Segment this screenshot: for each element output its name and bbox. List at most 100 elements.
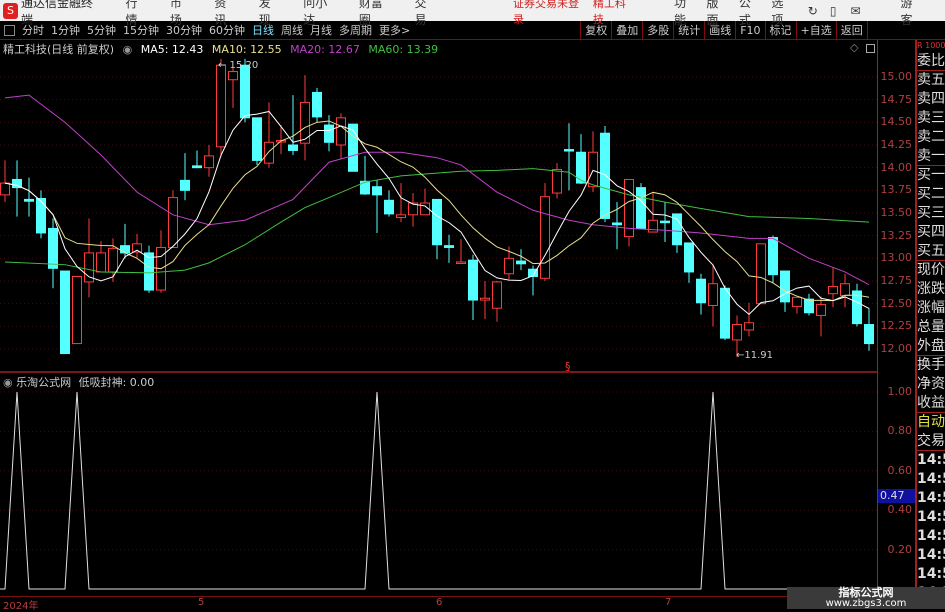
candle-body <box>252 117 262 161</box>
candle-body <box>192 165 202 169</box>
candle-body <box>108 247 118 273</box>
price-tick-label: 14.00 <box>880 160 913 174</box>
candle-body <box>444 245 454 248</box>
price-tick-label: 13.25 <box>880 228 913 242</box>
kline-chart[interactable]: § ← 15.20 ←11.91 <box>0 0 877 596</box>
indicator-tick-label: 0.20 <box>887 542 913 556</box>
quote-panel-row: 现价 <box>917 262 945 278</box>
quote-panel-row: 涨跌 <box>917 281 945 297</box>
candle-body <box>504 257 514 275</box>
candle-body <box>336 117 346 146</box>
candle-body <box>708 283 718 306</box>
candle-body <box>804 298 814 314</box>
candle-body <box>480 297 490 301</box>
quote-panel-row: 14:56 <box>917 547 945 563</box>
candle-body <box>60 270 70 355</box>
price-axis: 15.00 14.75 14.50 14.25 14.00 13.75 13.50 13.25… <box>877 40 916 596</box>
watermark: 指标公式网 www.zbgs3.com <box>787 587 945 609</box>
candle-body <box>216 64 226 148</box>
time-label-may: 5 <box>198 597 205 608</box>
time-label-june: 6 <box>436 597 443 608</box>
quote-panel-row: 卖四 <box>917 91 945 107</box>
quote-panel-row: 14:56 <box>917 566 945 582</box>
price-tick-label: 14.75 <box>880 92 913 106</box>
quote-panel-row: 14:56 <box>917 471 945 487</box>
watermark-url: www.zbgs3.com <box>825 598 907 609</box>
collapse-icon[interactable]: ◉ <box>3 376 13 389</box>
indicator-cursor-value: 0.47 <box>878 489 915 504</box>
candle-body <box>636 187 646 229</box>
quote-panel-row: 换手 <box>917 357 945 373</box>
candle-body <box>132 243 142 253</box>
quote-panel-row: 卖三 <box>917 110 945 126</box>
candle-body <box>540 196 550 279</box>
candle-body <box>24 198 34 202</box>
watermark-title: 指标公式网 <box>838 586 894 599</box>
candle-body <box>204 155 214 169</box>
candle-body <box>96 252 106 273</box>
candle-body <box>840 283 850 297</box>
quote-panel-row: 收益 <box>917 395 945 413</box>
quote-panel-row: 净资 <box>917 376 945 392</box>
quote-panel-row: 买三 <box>917 205 945 221</box>
indicator-line <box>0 391 877 590</box>
candle-body <box>288 144 298 151</box>
quote-panel-row: 总量 <box>917 319 945 335</box>
price-tick-label: 13.00 <box>880 251 913 265</box>
indicator-tick-label: 1.00 <box>887 385 913 398</box>
price-tick-label: 12.00 <box>880 342 913 355</box>
candle-body <box>744 322 754 331</box>
price-tick-label: 14.25 <box>880 138 913 151</box>
candle-body <box>756 243 766 305</box>
quote-panel-row: 卖五 <box>917 72 945 88</box>
price-tick-label: 12.25 <box>880 319 913 333</box>
candle-body <box>312 91 322 118</box>
quote-panel-row: 14:56 <box>917 490 945 506</box>
quote-panel-row: 外盘 <box>917 338 945 356</box>
candle-body <box>324 124 334 143</box>
cursor-marker: § <box>565 360 571 373</box>
candle-body <box>372 186 382 196</box>
price-tick-label: 15.00 <box>880 70 913 83</box>
quote-panel-row: 委比 <box>917 53 945 71</box>
candle-body <box>816 304 826 316</box>
quote-panel-row: 卖二 <box>917 129 945 145</box>
candle-body <box>696 278 706 304</box>
quote-panel-row: 买五 <box>917 243 945 261</box>
candle-body <box>720 287 730 339</box>
quote-panel-row: 交易 <box>917 433 945 451</box>
candle-body <box>180 179 190 191</box>
candle-body <box>396 214 406 219</box>
quote-panel-row: 自动 <box>917 414 945 430</box>
candle-body <box>588 151 598 188</box>
candle-body <box>264 141 274 164</box>
quote-panel-row: 14:56 <box>917 509 945 525</box>
candle-body <box>0 182 10 196</box>
candle-body <box>468 259 478 301</box>
candle-body <box>600 132 610 219</box>
candle-body <box>552 168 562 194</box>
candle-body <box>828 285 838 295</box>
quote-panel-row: R 1000 <box>917 41 945 50</box>
candle-body <box>564 149 574 152</box>
time-label-july: 7 <box>665 597 672 608</box>
price-tick-label: 12.75 <box>880 274 913 287</box>
price-tick-label: 13.50 <box>880 206 913 219</box>
quote-panel-row: 买一 <box>917 167 945 183</box>
indicator-tick-label: 0.40 <box>887 503 913 517</box>
candle-body <box>864 324 874 345</box>
indicator-header: ◉ 乐淘公式网 低吸封神: 0.00 <box>3 374 154 390</box>
quote-panel: R 1000 委比 卖五 卖四 卖三 卖二 卖一 买一 买二 买三 买四 买五 现价 涨跌 涨幅 总量 外盘 换手… <box>916 40 945 609</box>
candle-body <box>384 199 394 215</box>
candle-body <box>492 281 502 309</box>
candle-body <box>144 252 154 291</box>
price-tick-label: 14.50 <box>880 115 913 129</box>
candle-body <box>348 123 358 172</box>
quote-panel-row: 14:56 <box>917 452 945 468</box>
quote-panel-row: 买四 <box>917 224 945 240</box>
candle-body <box>732 324 742 341</box>
candle-body <box>240 64 250 119</box>
candle-body <box>72 275 82 345</box>
indicator-source: 乐淘公式网 <box>16 376 72 389</box>
candle-body <box>612 222 622 226</box>
